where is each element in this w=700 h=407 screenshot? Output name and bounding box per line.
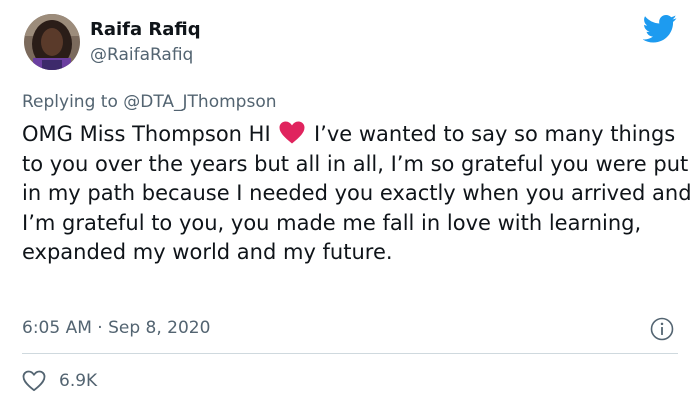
tweet-text: OMG Miss Thompson HI I’ve wanted to say …: [22, 120, 694, 268]
replying-prefix: Replying to: [22, 92, 124, 112]
tweet-date: Sep 8, 2020: [108, 318, 211, 338]
avatar[interactable]: [24, 14, 80, 70]
tweet-text-start: OMG Miss Thompson HI: [22, 122, 278, 146]
like-count: 6.9K: [59, 371, 98, 391]
author-name[interactable]: Raifa Rafiq: [90, 18, 201, 42]
tweet-card: Raifa Rafiq @RaifaRafiq Replying to @DTA…: [0, 0, 700, 407]
tweet-timestamp-link[interactable]: 6:05 AM · Sep 8, 2020: [22, 317, 210, 339]
twitter-bird-icon[interactable]: [642, 14, 677, 44]
divider: [22, 353, 678, 354]
info-icon[interactable]: [650, 317, 674, 341]
author-handle[interactable]: @RaifaRafiq: [90, 44, 193, 66]
reply-mention-link[interactable]: @DTA_JThompson: [123, 92, 276, 112]
timestamp-separator: ·: [91, 318, 109, 338]
replying-to: Replying to @DTA_JThompson: [22, 91, 277, 113]
tweet-time: 6:05 AM: [22, 318, 92, 338]
red-heart-icon: [279, 121, 305, 144]
heart-outline-icon: [22, 370, 46, 392]
like-button[interactable]: 6.9K: [22, 369, 97, 393]
